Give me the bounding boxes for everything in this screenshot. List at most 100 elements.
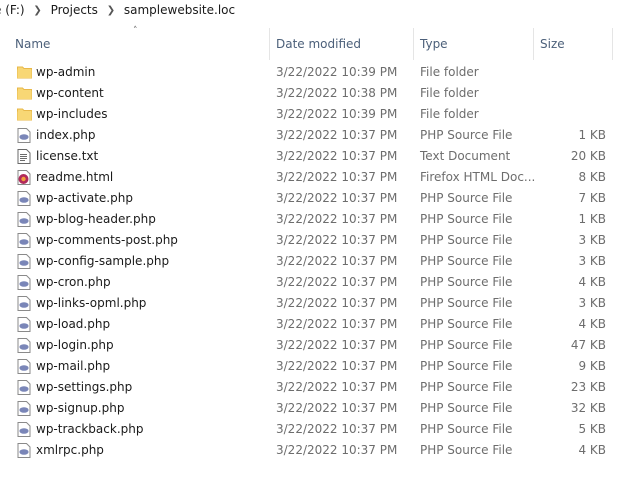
- file-row[interactable]: wp-config-sample.php 3/22/2022 10:37 PM PH…: [0, 251, 618, 272]
- file-type: PHP Source File: [420, 338, 513, 352]
- file-date-modified: 3/22/2022 10:37 PM: [276, 275, 398, 289]
- column-divider[interactable]: [612, 28, 613, 60]
- breadcrumb-projects[interactable]: Projects: [45, 3, 104, 17]
- php-file-icon: [17, 128, 31, 143]
- column-header-size[interactable]: Size: [540, 28, 565, 60]
- file-row[interactable]: index.php 3/22/2022 10:37 PM PHP Source Fi…: [0, 125, 618, 146]
- file-type: PHP Source File: [420, 296, 513, 310]
- file-name: wp-activate.php: [36, 191, 133, 205]
- file-name: wp-load.php: [36, 317, 111, 331]
- breadcrumb: e (F:) ❯ Projects ❯ samplewebsite.loc: [0, 0, 618, 20]
- file-type: PHP Source File: [420, 422, 513, 436]
- file-row[interactable]: wp-activate.php 3/22/2022 10:37 PM PHP Sou…: [0, 188, 618, 209]
- chevron-right-icon[interactable]: ❯: [31, 5, 45, 16]
- file-type: PHP Source File: [420, 317, 513, 331]
- column-header-date-modified[interactable]: Date modified: [276, 28, 361, 60]
- file-name: wp-mail.php: [36, 359, 111, 373]
- file-type: Firefox HTML Doc...: [420, 170, 536, 184]
- file-size: 7 KB: [578, 191, 606, 205]
- file-name: wp-settings.php: [36, 380, 133, 394]
- file-row[interactable]: wp-links-opml.php 3/22/2022 10:37 PM PHP S…: [0, 293, 618, 314]
- file-row[interactable]: wp-trackback.php 3/22/2022 10:37 PM PHP So…: [0, 419, 618, 440]
- file-type: PHP Source File: [420, 275, 513, 289]
- file-date-modified: 3/22/2022 10:37 PM: [276, 317, 398, 331]
- breadcrumb-drive[interactable]: e (F:): [0, 3, 31, 17]
- file-row[interactable]: wp-includes 3/22/2022 10:39 PM File folder: [0, 104, 618, 125]
- php-file-icon: [17, 296, 31, 311]
- file-date-modified: 3/22/2022 10:37 PM: [276, 338, 398, 352]
- file-date-modified: 3/22/2022 10:37 PM: [276, 443, 398, 457]
- file-size: 4 KB: [578, 443, 606, 457]
- file-date-modified: 3/22/2022 10:37 PM: [276, 422, 398, 436]
- php-file-icon: [17, 443, 31, 458]
- column-divider[interactable]: [269, 28, 270, 60]
- file-row[interactable]: wp-content 3/22/2022 10:38 PM File folder: [0, 83, 618, 104]
- php-file-icon: [17, 275, 31, 290]
- file-size: 4 KB: [578, 275, 606, 289]
- file-row[interactable]: wp-mail.php 3/22/2022 10:37 PM PHP Source …: [0, 356, 618, 377]
- file-name: wp-links-opml.php: [36, 296, 147, 310]
- file-type: PHP Source File: [420, 233, 513, 247]
- php-file-icon: [17, 422, 31, 437]
- column-header-type[interactable]: Type: [420, 28, 448, 60]
- file-type: File folder: [420, 107, 479, 121]
- folder-icon: [17, 107, 32, 122]
- file-size: 1 KB: [578, 128, 606, 142]
- file-date-modified: 3/22/2022 10:37 PM: [276, 359, 398, 373]
- column-divider[interactable]: [533, 28, 534, 60]
- file-type: PHP Source File: [420, 380, 513, 394]
- column-divider[interactable]: [413, 28, 414, 60]
- file-name: wp-admin: [36, 65, 96, 79]
- file-date-modified: 3/22/2022 10:39 PM: [276, 107, 398, 121]
- php-file-icon: [17, 233, 31, 248]
- php-file-icon: [17, 212, 31, 227]
- file-row[interactable]: readme.html 3/22/2022 10:37 PM Firefox HTM…: [0, 167, 618, 188]
- file-size: 3 KB: [578, 254, 606, 268]
- file-date-modified: 3/22/2022 10:37 PM: [276, 128, 398, 142]
- file-type: PHP Source File: [420, 128, 513, 142]
- file-size: 20 KB: [570, 149, 606, 163]
- file-row[interactable]: wp-cron.php 3/22/2022 10:37 PM PHP Source …: [0, 272, 618, 293]
- file-name: wp-config-sample.php: [36, 254, 170, 268]
- file-row[interactable]: wp-comments-post.php 3/22/2022 10:37 PM PH…: [0, 230, 618, 251]
- file-name: wp-cron.php: [36, 275, 111, 289]
- file-type: PHP Source File: [420, 359, 513, 373]
- file-row[interactable]: wp-login.php 3/22/2022 10:37 PM PHP Source…: [0, 335, 618, 356]
- php-file-icon: [17, 254, 31, 269]
- file-type: File folder: [420, 65, 479, 79]
- file-date-modified: 3/22/2022 10:38 PM: [276, 86, 398, 100]
- file-name: index.php: [36, 128, 96, 142]
- folder-icon: [17, 86, 32, 101]
- file-name: wp-content: [36, 86, 104, 100]
- file-name: wp-includes: [36, 107, 108, 121]
- file-size: 3 KB: [578, 233, 606, 247]
- file-size: 47 KB: [570, 338, 606, 352]
- file-size: 9 KB: [578, 359, 606, 373]
- file-type: PHP Source File: [420, 401, 513, 415]
- file-list: wp-admin 3/22/2022 10:39 PM File folder wp-…: [0, 62, 618, 461]
- file-row[interactable]: wp-admin 3/22/2022 10:39 PM File folder: [0, 62, 618, 83]
- file-row[interactable]: wp-settings.php 3/22/2022 10:37 PM PHP Sou…: [0, 377, 618, 398]
- file-row[interactable]: license.txt 3/22/2022 10:37 PM Text Docume…: [0, 146, 618, 167]
- php-file-icon: [17, 401, 31, 416]
- breadcrumb-current-folder[interactable]: samplewebsite.loc: [118, 3, 241, 17]
- file-size: 8 KB: [578, 170, 606, 184]
- sort-ascending-icon: ˄: [133, 26, 138, 36]
- file-type: PHP Source File: [420, 191, 513, 205]
- column-header-name[interactable]: Name: [15, 28, 50, 60]
- file-row[interactable]: wp-blog-header.php 3/22/2022 10:37 PM PHP …: [0, 209, 618, 230]
- file-date-modified: 3/22/2022 10:37 PM: [276, 296, 398, 310]
- file-date-modified: 3/22/2022 10:39 PM: [276, 65, 398, 79]
- file-size: 4 KB: [578, 317, 606, 331]
- chevron-right-icon[interactable]: ❯: [104, 5, 118, 16]
- file-row[interactable]: wp-load.php 3/22/2022 10:37 PM PHP Source …: [0, 314, 618, 335]
- file-row[interactable]: wp-signup.php 3/22/2022 10:37 PM PHP Sourc…: [0, 398, 618, 419]
- file-size: 3 KB: [578, 296, 606, 310]
- php-file-icon: [17, 317, 31, 332]
- file-size: 5 KB: [578, 422, 606, 436]
- file-row[interactable]: xmlrpc.php 3/22/2022 10:37 PM PHP Source F…: [0, 440, 618, 461]
- php-file-icon: [17, 338, 31, 353]
- file-size: 23 KB: [570, 380, 606, 394]
- file-type: PHP Source File: [420, 212, 513, 226]
- php-file-icon: [17, 380, 31, 395]
